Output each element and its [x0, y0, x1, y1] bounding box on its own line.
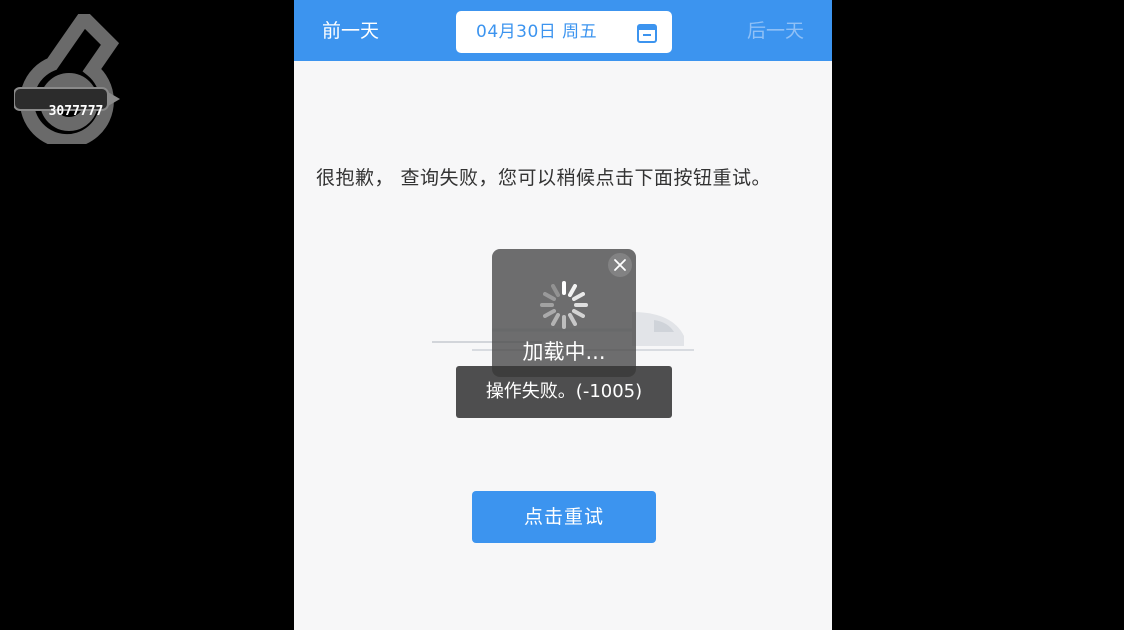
- close-icon: [614, 259, 626, 271]
- watermark-text: 3077777: [48, 104, 104, 119]
- loading-close-button[interactable]: [608, 253, 632, 277]
- retry-button[interactable]: 点击重试: [472, 491, 656, 543]
- loading-dialog: 加载中...: [492, 249, 636, 377]
- prev-day-button[interactable]: 前一天: [322, 18, 379, 44]
- date-navigation-bar: 前一天 04月30日 周五 后一天: [294, 0, 832, 61]
- phone-screen: 前一天 04月30日 周五 后一天 很抱歉， 查询失败，您可以稍候点击下面按钮重…: [294, 0, 832, 630]
- six-logo-icon: [13, 7, 120, 149]
- calendar-icon: [637, 24, 657, 43]
- watermark-logo: 3077777: [13, 7, 124, 149]
- screen: 3077777 前一天 04月30日 周五 后一天 很抱歉， 查询失败，您可以稍…: [0, 0, 1124, 630]
- date-selector[interactable]: 04月30日 周五: [456, 11, 672, 53]
- error-toast: 操作失败。(-1005): [456, 366, 672, 418]
- loading-label: 加载中...: [522, 340, 606, 364]
- next-day-button[interactable]: 后一天: [747, 18, 804, 44]
- spinner-icon: [540, 281, 588, 329]
- date-label: 04月30日 周五: [476, 22, 598, 42]
- error-message: 很抱歉， 查询失败，您可以稍候点击下面按钮重试。: [316, 167, 772, 189]
